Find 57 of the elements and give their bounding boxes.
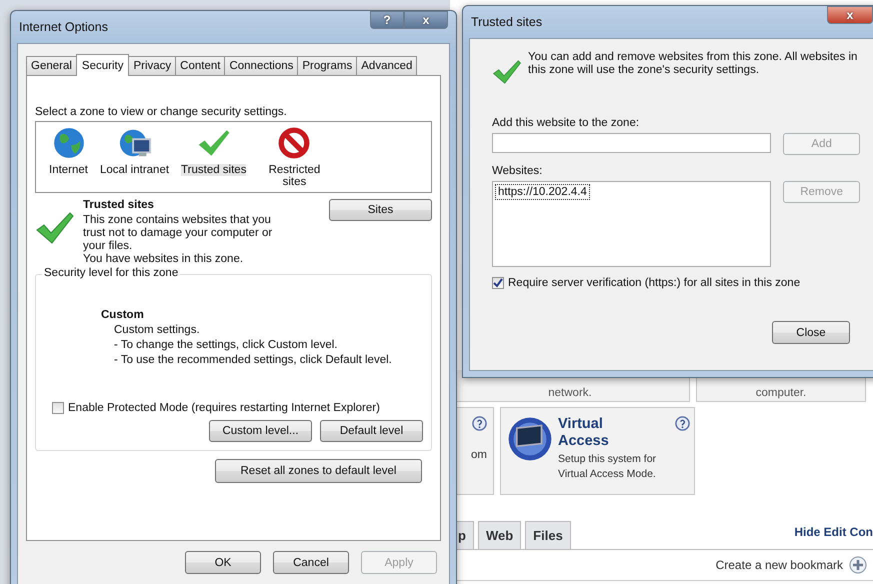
- dialog-button[interactable]: OK: [185, 551, 261, 574]
- websites-list[interactable]: https://10.202.4.4: [492, 181, 772, 267]
- checkbox-label[interactable]: Enable Protected Mode (requires restarting Internet Explorer): [68, 402, 380, 414]
- zone-item[interactable]: Internet: [49, 164, 88, 176]
- help-icon[interactable]: [472, 416, 487, 431]
- level-description: Custom settings.: [114, 323, 201, 338]
- bookmark-link[interactable]: Create a new bookmark: [716, 558, 843, 572]
- globe-icon: [52, 126, 86, 160]
- tab[interactable]: Security: [76, 54, 130, 76]
- tab[interactable]: Privacy: [128, 56, 176, 75]
- level-description: - To change the settings, click Custom level.: [114, 338, 339, 353]
- zone-title: Trusted sites: [83, 199, 155, 212]
- tab[interactable]: Advanced: [356, 56, 418, 75]
- feature-card[interactable]: Virtual Access Setup this system for Virtual Access Mode.: [500, 407, 695, 495]
- checkmark-icon: [35, 211, 75, 245]
- card-text: om: [471, 449, 487, 461]
- help-icon[interactable]: [675, 416, 690, 431]
- checkmark-icon: [492, 57, 522, 87]
- level-button[interactable]: Custom level...: [209, 420, 312, 442]
- checkbox[interactable]: [492, 277, 504, 289]
- info-message: You can add and remove websites from this zone. All websites in this zone will use the zone's security settings.: [528, 51, 858, 78]
- list-item[interactable]: https://10.202.4.4: [495, 184, 590, 200]
- zone-item[interactable]: Trusted sites: [181, 164, 246, 176]
- checkbox[interactable]: [52, 402, 64, 414]
- field-label: Add this website to the zone:: [492, 117, 640, 129]
- close-button[interactable]: x: [827, 6, 873, 24]
- group-legend: Security level for this zone: [42, 267, 180, 279]
- globe-monitor-icon: [507, 416, 553, 462]
- sites-button[interactable]: Sites: [329, 199, 432, 221]
- level-description: - To use the recommended settings, click Default level.: [114, 353, 393, 368]
- reset-button[interactable]: Reset all zones to default level: [215, 459, 422, 483]
- no-entry-icon: [277, 126, 312, 160]
- card-description: Setup this system for Virtual Access Mode.: [558, 452, 658, 482]
- close-button[interactable]: Close: [772, 321, 850, 344]
- zone-item[interactable]: Local intranet: [100, 164, 170, 176]
- tab[interactable]: Connections: [224, 56, 298, 75]
- plus-icon[interactable]: [849, 556, 867, 574]
- tab[interactable]: Files: [525, 521, 571, 549]
- checkbox-label[interactable]: Require server verification (https:) for all sites in this zone: [508, 277, 800, 289]
- window-title: Trusted sites: [471, 15, 542, 29]
- hide-edit-link[interactable]: Hide Edit Con: [794, 525, 873, 549]
- zone-prompt: Select a zone to view or change security settings.: [35, 106, 288, 118]
- close-button[interactable]: x: [404, 11, 448, 29]
- website-field[interactable]: [492, 133, 772, 153]
- field-label: Websites:: [492, 165, 544, 177]
- tab[interactable]: General: [26, 56, 77, 75]
- tab[interactable]: Programs: [297, 56, 358, 75]
- level-title: Custom: [101, 309, 145, 321]
- zone-note: You have websites in this zone.: [83, 253, 244, 266]
- dialog-button[interactable]: Cancel: [273, 551, 349, 574]
- card-title: Virtual Access: [558, 416, 610, 450]
- tab[interactable]: Web: [478, 521, 522, 549]
- window-title: Internet Options: [19, 20, 108, 34]
- zone-item[interactable]: Restricted sites: [258, 164, 330, 188]
- level-button[interactable]: Default level: [320, 420, 423, 442]
- tab[interactable]: Content: [175, 56, 226, 75]
- zone-description: This zone contains websites that you trust not to damage your computer or your files.: [83, 214, 274, 253]
